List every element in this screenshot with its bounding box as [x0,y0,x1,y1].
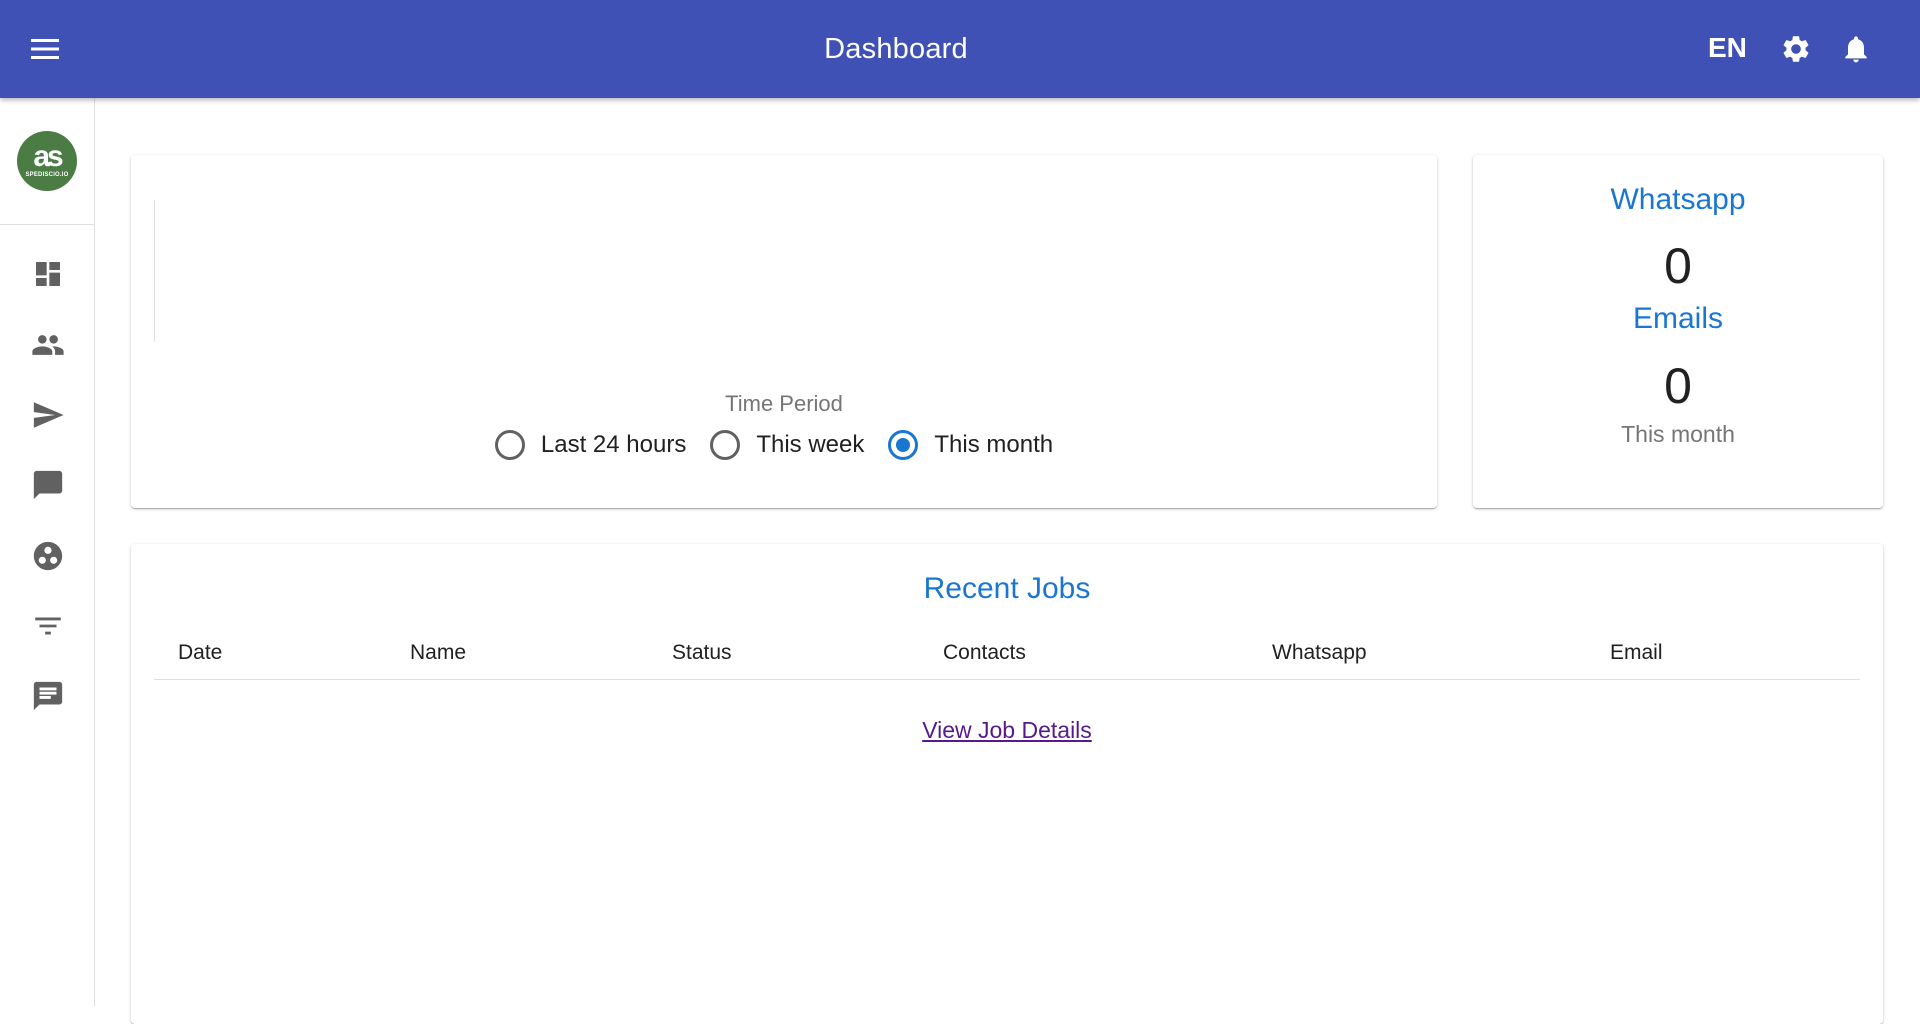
radio-checked-icon[interactable] [888,430,919,460]
radio-label: This week [756,431,865,458]
time-period-radio-group: Last 24 hours This week This month [121,430,1427,460]
stats-period: This month [1621,421,1735,447]
radio-last-24-hours[interactable]: Last 24 hours [494,430,687,460]
settings-button[interactable] [1776,29,1816,69]
column-header-status[interactable]: Status [672,626,732,680]
view-job-details-wrap: View Job Details [131,717,1883,744]
radio-label: This month [934,431,1054,458]
sidebar-item-filter[interactable] [0,598,95,654]
filter-icon [34,617,61,635]
view-job-details-link[interactable]: View Job Details [922,717,1092,743]
activity-chart-card: Time Period Last 24 hours This week This… [131,155,1437,508]
app-bar: Dashboard EN [0,0,1920,98]
sidebar: as SPEDISCIO.IO [0,98,95,1006]
time-period-title: Time Period [725,391,843,416]
radio-this-month[interactable]: This month [888,430,1053,460]
notifications-button[interactable] [1836,29,1876,69]
whatsapp-label: Whatsapp [1610,183,1746,216]
sidebar-item-send[interactable] [0,387,95,443]
column-header-name[interactable]: Name [410,626,466,680]
recent-jobs-card: Recent Jobs Date Name Status Contacts Wh… [131,544,1883,1024]
sidebar-item-messages[interactable] [0,668,95,724]
logo[interactable]: as SPEDISCIO.IO [17,131,77,191]
logo-area: as SPEDISCIO.IO [0,98,94,225]
chat-bubble-icon [33,470,62,500]
sidebar-item-contacts[interactable] [0,317,95,373]
column-header-email[interactable]: Email [1610,626,1663,680]
logo-subtext: SPEDISCIO.IO [25,172,69,178]
whatsapp-count: 0 [1664,238,1692,294]
column-header-contacts[interactable]: Contacts [943,626,1026,680]
dashboard-icon [35,262,60,286]
send-icon [33,402,64,428]
bell-icon [1845,36,1867,63]
emails-count: 0 [1664,358,1692,414]
chart-axis-line [154,200,155,342]
recent-jobs-title: Recent Jobs [923,572,1091,605]
gear-icon [1783,36,1809,62]
column-header-whatsapp[interactable]: Whatsapp [1272,626,1367,680]
sidebar-item-chat[interactable] [0,457,95,513]
sidebar-item-groups[interactable] [0,528,95,584]
radio-label: Last 24 hours [540,431,687,458]
logo-mark: as [33,140,63,173]
radio-circle-icon[interactable] [494,430,525,460]
column-header-date[interactable]: Date [178,626,222,680]
groups-circle-icon [33,541,62,571]
radio-this-week[interactable]: This week [710,430,864,460]
sidebar-item-dashboard[interactable] [0,246,95,302]
people-icon [31,335,64,355]
message-icon [33,681,62,711]
page-title: Dashboard [824,32,968,65]
language-button[interactable]: EN [1708,28,1747,68]
radio-circle-icon[interactable] [710,430,741,460]
jobs-table-header: Date Name Status Contacts Whatsapp Email [154,626,1860,680]
stats-card: Whatsapp 0 Emails 0 This month [1473,155,1883,508]
emails-label: Emails [1632,302,1723,335]
